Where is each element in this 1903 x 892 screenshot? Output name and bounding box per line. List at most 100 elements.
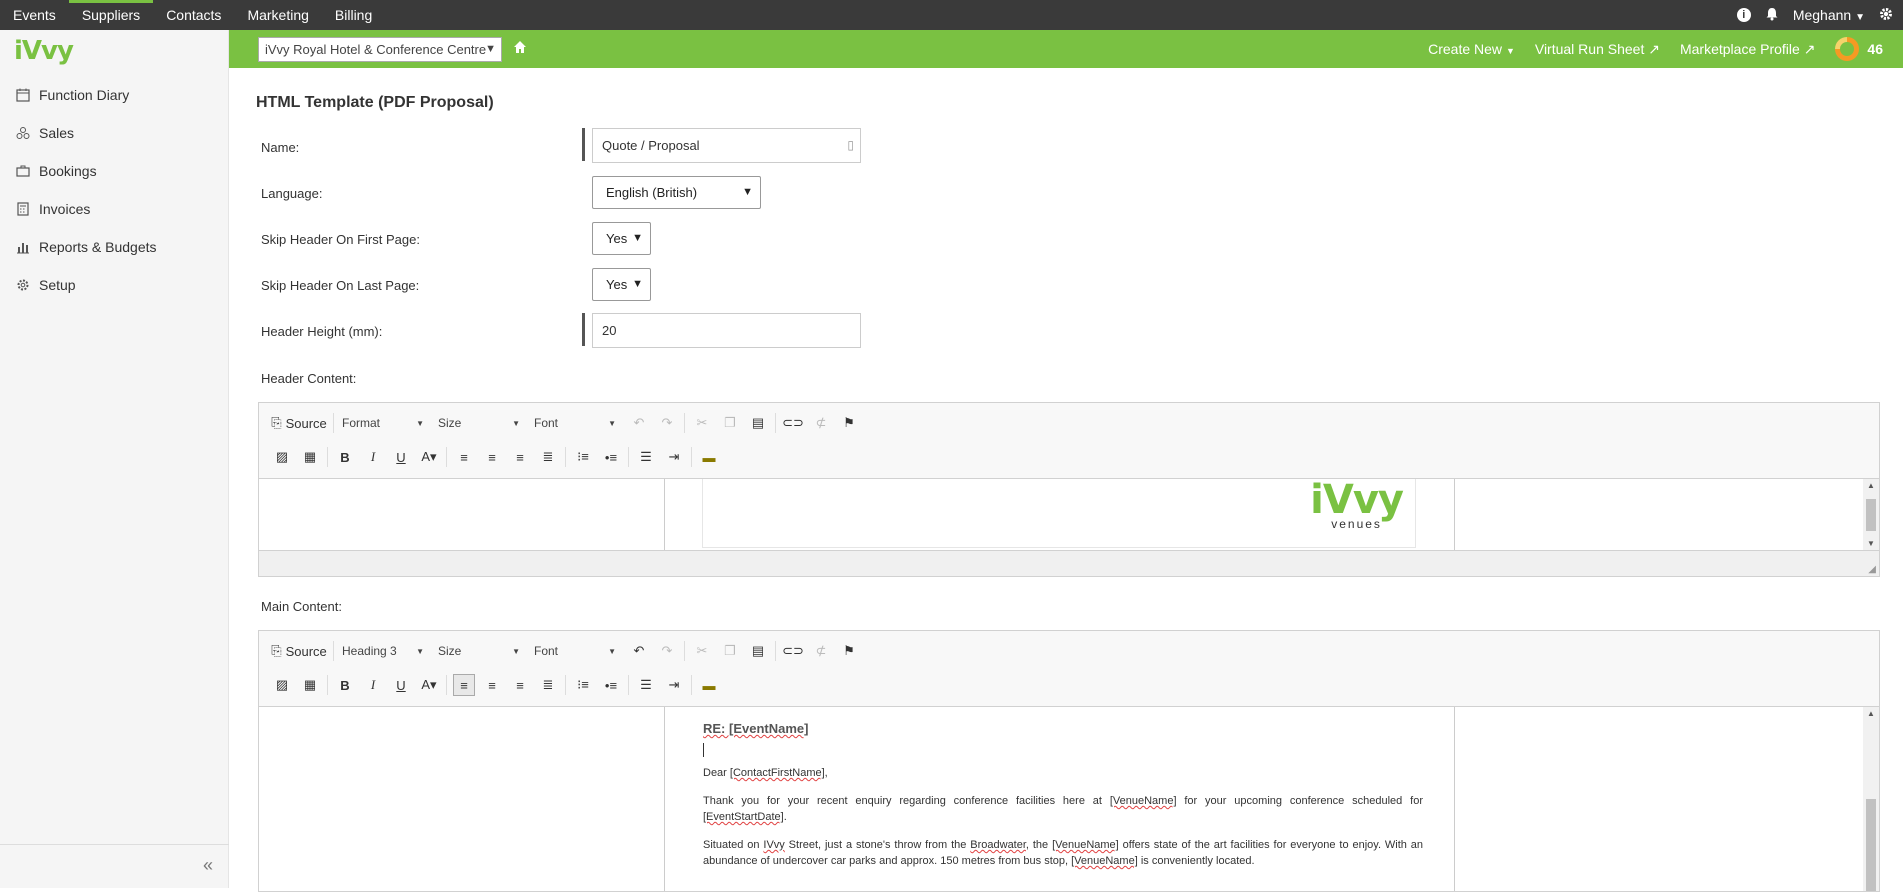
paste-icon[interactable]: ▤	[747, 412, 769, 434]
underline-icon[interactable]: U	[390, 674, 412, 696]
settings-gear-icon[interactable]	[1879, 7, 1893, 24]
link-icon[interactable]: ⊂⊃	[782, 412, 804, 434]
align-right-icon[interactable]: ≡	[509, 674, 531, 696]
language-select[interactable]: English (British) ▼	[592, 176, 761, 209]
profile-score[interactable]: 46	[1835, 37, 1883, 61]
sidebar-item-reports-budgets[interactable]: Reports & Budgets	[0, 228, 229, 266]
sidebar-collapse[interactable]: «	[0, 844, 229, 888]
undo-icon[interactable]: ↶	[628, 640, 650, 662]
ivvy-logo[interactable]: iVvy	[14, 36, 74, 66]
image-icon[interactable]: ▨	[271, 446, 293, 468]
placeholder-field-icon[interactable]: ▬	[698, 674, 720, 696]
cut-icon[interactable]: ✂	[691, 412, 713, 434]
link-icon[interactable]: ⊂⊃	[782, 640, 804, 662]
source-button[interactable]: ⎘ Source	[271, 412, 327, 434]
bold-icon[interactable]: B	[334, 446, 356, 468]
align-left-icon[interactable]: ≡	[453, 674, 475, 696]
main-editor-scrollbar[interactable]: ▲	[1863, 707, 1879, 891]
home-icon[interactable]	[513, 40, 529, 56]
skip-last-select[interactable]: Yes ▼	[592, 268, 651, 301]
justify-icon[interactable]: ≣	[537, 674, 559, 696]
header-editor-scrollbar[interactable]: ▲ ▼	[1863, 479, 1879, 550]
indent-icon[interactable]: ⇥	[663, 674, 685, 696]
venue-select[interactable]: iVvy Royal Hotel & Conference Centre ▼	[258, 37, 502, 62]
cut-icon[interactable]: ✂	[691, 640, 713, 662]
caret-down-icon: ▼	[1855, 12, 1865, 23]
image-icon[interactable]: ▨	[271, 674, 293, 696]
skip-first-select[interactable]: Yes ▼	[592, 222, 651, 255]
tab-billing[interactable]: Billing	[322, 0, 385, 30]
unlink-icon[interactable]: ⊄	[810, 640, 832, 662]
align-left-icon[interactable]: ≡	[453, 446, 475, 468]
size-dropdown[interactable]: Size ▼	[436, 412, 524, 434]
source-button[interactable]: ⎘ Source	[271, 640, 327, 662]
sidebar-item-bookings[interactable]: Bookings	[0, 152, 229, 190]
bulleted-list-icon[interactable]: •≡	[600, 674, 622, 696]
scroll-up-icon[interactable]: ▲	[1863, 481, 1879, 490]
table-icon[interactable]: ▦	[299, 446, 321, 468]
tab-marketing[interactable]: Marketing	[234, 0, 321, 30]
italic-icon[interactable]: I	[362, 674, 384, 696]
format-dropdown[interactable]: Heading 3 ▼	[340, 640, 428, 662]
name-label: Name:	[261, 140, 300, 155]
bold-icon[interactable]: B	[334, 674, 356, 696]
bulleted-list-icon[interactable]: •≡	[600, 446, 622, 468]
header-editor-content[interactable]: iVvy venues ▲ ▼	[259, 479, 1879, 550]
letter-body[interactable]: RE: [EventName] Dear [ContactFirstName],…	[703, 721, 1423, 881]
format-dropdown[interactable]: Format ▼	[340, 412, 428, 434]
align-center-icon[interactable]: ≡	[481, 674, 503, 696]
virtual-run-sheet-link[interactable]: Virtual Run Sheet ↗	[1535, 41, 1660, 58]
text-cursor	[703, 743, 704, 757]
scroll-down-icon[interactable]: ▼	[1863, 539, 1879, 548]
numbered-list-icon[interactable]: ⁝≡	[572, 446, 594, 468]
create-new-menu[interactable]: Create New ▼	[1428, 41, 1515, 57]
horizontal-rule-icon[interactable]: ☰	[635, 674, 657, 696]
placeholder-field-icon[interactable]: ▬	[698, 446, 720, 468]
size-dropdown[interactable]: Size ▼	[436, 640, 524, 662]
sidebar-item-setup[interactable]: Setup	[0, 266, 229, 304]
marketplace-profile-link[interactable]: Marketplace Profile ↗	[1680, 41, 1815, 58]
tab-contacts[interactable]: Contacts	[153, 0, 234, 30]
info-icon[interactable]: i	[1736, 8, 1751, 22]
text-color-icon[interactable]: A▾	[418, 446, 440, 468]
underline-icon[interactable]: U	[390, 446, 412, 468]
undo-icon[interactable]: ↶	[628, 412, 650, 434]
anchor-flag-icon[interactable]: ⚑	[838, 640, 860, 662]
redo-icon[interactable]: ↷	[656, 412, 678, 434]
indent-icon[interactable]: ⇥	[663, 446, 685, 468]
numbered-list-icon[interactable]: ⁝≡	[572, 674, 594, 696]
scroll-thumb[interactable]	[1866, 499, 1876, 531]
align-right-icon[interactable]: ≡	[509, 446, 531, 468]
sidebar-item-function-diary[interactable]: Function Diary	[0, 76, 229, 114]
copy-icon[interactable]: ❐	[719, 640, 741, 662]
copy-icon[interactable]: ❐	[719, 412, 741, 434]
text-color-icon[interactable]: A▾	[418, 674, 440, 696]
paste-icon[interactable]: ▤	[747, 640, 769, 662]
redo-icon[interactable]: ↷	[656, 640, 678, 662]
resize-handle-icon[interactable]: ◢	[1868, 564, 1876, 575]
top-navigation-bar: Events Suppliers Contacts Marketing Bill…	[0, 0, 1903, 30]
anchor-flag-icon[interactable]: ⚑	[838, 412, 860, 434]
italic-icon[interactable]: I	[362, 446, 384, 468]
tab-events[interactable]: Events	[0, 0, 69, 30]
sidebar-item-sales[interactable]: Sales	[0, 114, 229, 152]
font-dropdown[interactable]: Font ▼	[532, 412, 620, 434]
sidebar-item-invoices[interactable]: Invoices	[0, 190, 229, 228]
broadwater-word: Broadwater	[970, 839, 1026, 851]
scroll-thumb[interactable]	[1866, 799, 1876, 891]
name-input[interactable]: Quote / Proposal ▯	[592, 128, 861, 163]
ivvy-word: IVvy	[763, 839, 785, 851]
unlink-icon[interactable]: ⊄	[810, 412, 832, 434]
justify-icon[interactable]: ≣	[537, 446, 559, 468]
bell-icon[interactable]	[1765, 7, 1779, 24]
separator	[333, 413, 334, 433]
tab-suppliers[interactable]: Suppliers	[68, 0, 154, 30]
align-center-icon[interactable]: ≡	[481, 446, 503, 468]
table-icon[interactable]: ▦	[299, 674, 321, 696]
user-menu[interactable]: Meghann ▼	[1793, 7, 1865, 23]
scroll-up-icon[interactable]: ▲	[1863, 709, 1879, 718]
main-editor-content[interactable]: RE: [EventName] Dear [ContactFirstName],…	[259, 707, 1879, 891]
header-height-input[interactable]: 20	[592, 313, 861, 348]
font-dropdown[interactable]: Font ▼	[532, 640, 620, 662]
horizontal-rule-icon[interactable]: ☰	[635, 446, 657, 468]
